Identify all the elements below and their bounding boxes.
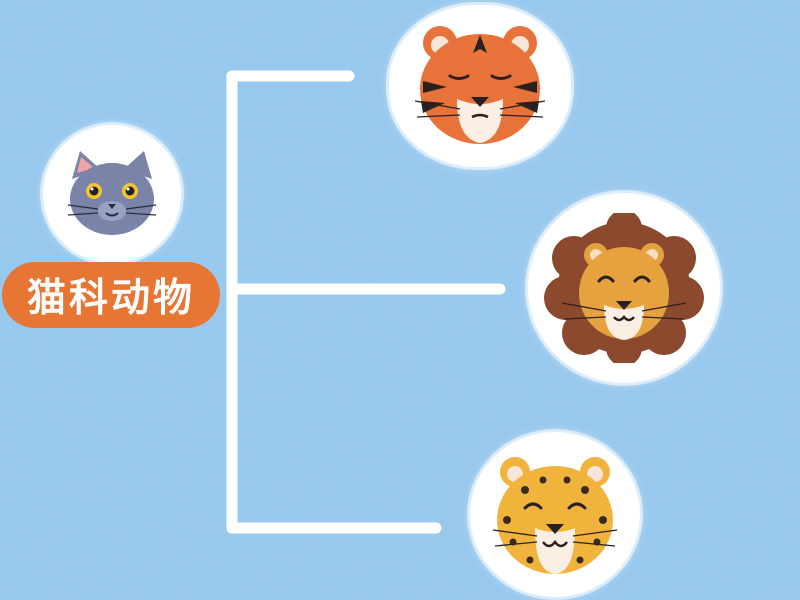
root-label: 猫科动物 xyxy=(2,262,220,328)
root-node xyxy=(43,125,181,263)
leopard-face-icon xyxy=(492,456,618,574)
child-node-lion xyxy=(528,193,720,383)
lion-face-icon xyxy=(544,213,704,363)
cat-face-icon xyxy=(67,151,157,235)
tiger-face-icon xyxy=(414,26,546,144)
root-label-text: 猫科动物 xyxy=(26,276,195,321)
child-node-tiger xyxy=(389,5,571,167)
child-node-leopard xyxy=(470,432,640,597)
